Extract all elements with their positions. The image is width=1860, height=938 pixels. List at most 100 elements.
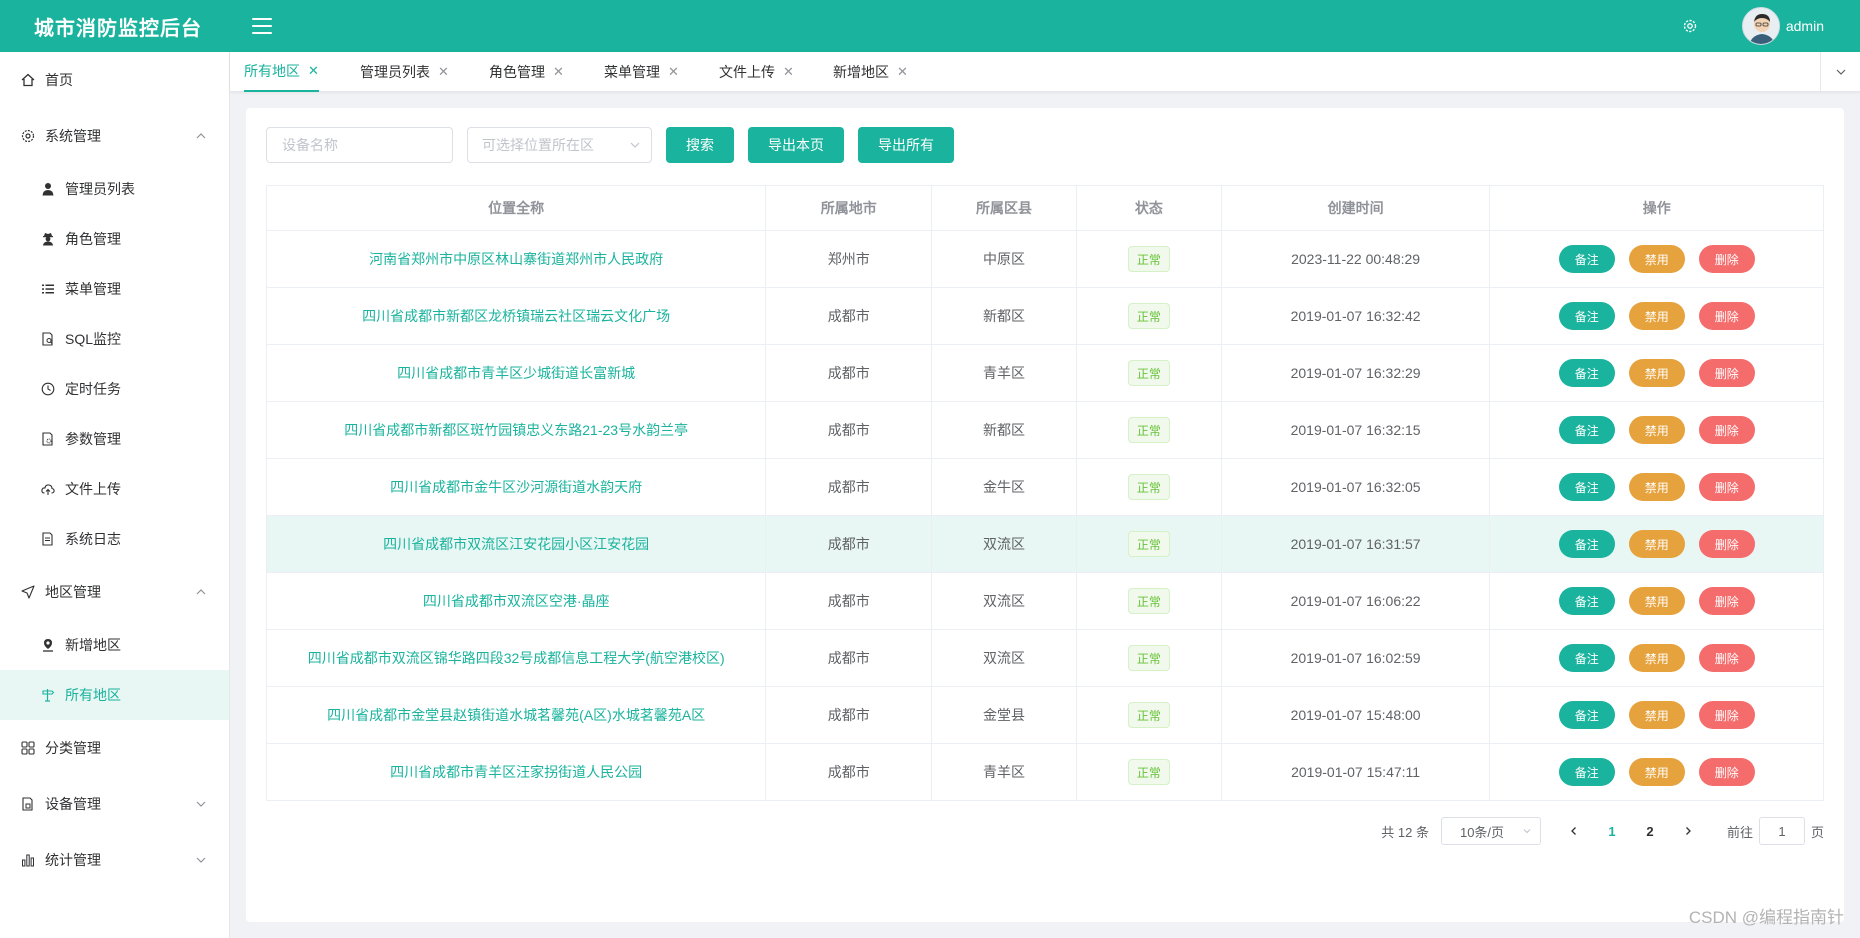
ban-button[interactable]: 禁用 [1628, 416, 1685, 444]
delete-button[interactable]: 删除 [1698, 416, 1755, 444]
sidebar-item-sql-monitor[interactable]: SQL监控 [0, 314, 229, 364]
location-link[interactable]: 四川省成都市双流区锦华路四段32号成都信息工程大学(航空港校区) [267, 630, 767, 686]
note-button[interactable]: 备注 [1558, 644, 1615, 672]
sidebar-item-params[interactable]: 参数管理 [0, 414, 229, 464]
export-all-button[interactable]: 导出所有 [858, 127, 954, 163]
ban-button[interactable]: 禁用 [1628, 473, 1685, 501]
user-name[interactable]: admin [1786, 18, 1824, 34]
ban-button[interactable]: 禁用 [1628, 359, 1685, 387]
tab-label: 菜单管理 [604, 64, 660, 80]
sidebar-item-device[interactable]: 设备管理 [0, 776, 229, 832]
sidebar-item-scheduled-task[interactable]: 定时任务 [0, 364, 229, 414]
note-button[interactable]: 备注 [1558, 245, 1615, 273]
close-icon[interactable]: ✕ [783, 64, 794, 80]
page-2[interactable]: 2 [1635, 817, 1665, 845]
delete-button[interactable]: 删除 [1698, 530, 1755, 558]
delete-button[interactable]: 删除 [1698, 359, 1755, 387]
page-1[interactable]: 1 [1597, 817, 1627, 845]
location-link[interactable]: 四川省成都市新都区龙桥镇瑞云社区瑞云文化广场 [267, 288, 767, 344]
status-badge: 正常 [1127, 474, 1170, 500]
created-time-cell: 2019-01-07 15:47:11 [1222, 744, 1491, 800]
district-cell: 金堂县 [932, 687, 1077, 743]
ban-button[interactable]: 禁用 [1628, 245, 1685, 273]
close-icon[interactable]: ✕ [308, 63, 319, 79]
ban-button[interactable]: 禁用 [1628, 701, 1685, 729]
tab-file-upload[interactable]: 文件上传 ✕ [719, 52, 794, 92]
sidebar-item-admin-list[interactable]: 管理员列表 [0, 164, 229, 214]
note-button[interactable]: 备注 [1558, 587, 1615, 615]
close-icon[interactable]: ✕ [668, 64, 679, 80]
close-icon[interactable]: ✕ [553, 64, 564, 80]
ban-button[interactable]: 禁用 [1628, 758, 1685, 786]
prev-page-button[interactable] [1559, 817, 1589, 845]
chevron-down-icon [1523, 829, 1531, 834]
ban-button[interactable]: 禁用 [1628, 587, 1685, 615]
user-secret-icon [40, 231, 56, 247]
column-header: 所属地市 [766, 186, 933, 230]
chevron-up-icon [196, 133, 206, 139]
tab-add-region[interactable]: 新增地区 ✕ [833, 52, 908, 92]
note-button[interactable]: 备注 [1558, 530, 1615, 558]
note-button[interactable]: 备注 [1558, 701, 1615, 729]
delete-button[interactable]: 删除 [1698, 758, 1755, 786]
note-button[interactable]: 备注 [1558, 416, 1615, 444]
sidebar-item-stats[interactable]: 统计管理 [0, 832, 229, 888]
district-select[interactable]: 可选择位置所在区 [467, 127, 652, 163]
delete-button[interactable]: 删除 [1698, 473, 1755, 501]
note-button[interactable]: 备注 [1558, 758, 1615, 786]
delete-button[interactable]: 删除 [1698, 245, 1755, 273]
goto-page-input[interactable] [1758, 817, 1805, 845]
location-link[interactable]: 四川省成都市金牛区沙河源街道水韵天府 [267, 459, 767, 515]
sidebar-item-add-region[interactable]: 新增地区 [0, 620, 229, 670]
next-page-button[interactable] [1673, 817, 1703, 845]
location-link[interactable]: 四川省成都市双流区江安花园小区江安花园 [267, 516, 767, 572]
sidebar-item-region[interactable]: 地区管理 [0, 564, 229, 620]
sidebar-item-home[interactable]: 首页 [0, 52, 229, 108]
export-page-button[interactable]: 导出本页 [748, 127, 844, 163]
table-row: 四川省成都市双流区江安花园小区江安花园 成都市 双流区 正常 2019-01-07 16… [267, 516, 1823, 573]
bar-chart-icon [20, 852, 36, 868]
close-icon[interactable]: ✕ [897, 64, 908, 80]
ban-button[interactable]: 禁用 [1628, 302, 1685, 330]
ban-button[interactable]: 禁用 [1628, 644, 1685, 672]
gear-icon[interactable] [1680, 16, 1700, 36]
sidebar-item-category[interactable]: 分类管理 [0, 720, 229, 776]
tab-role-management[interactable]: 角色管理 ✕ [489, 52, 564, 92]
delete-button[interactable]: 删除 [1698, 644, 1755, 672]
delete-button[interactable]: 删除 [1698, 701, 1755, 729]
tab-menu-management[interactable]: 菜单管理 ✕ [604, 52, 679, 92]
sidebar-item-file-upload[interactable]: 文件上传 [0, 464, 229, 514]
district-cell: 双流区 [932, 573, 1077, 629]
sidebar-item-label: 首页 [45, 72, 73, 88]
tab-all-regions[interactable]: 所有地区 ✕ [244, 52, 319, 92]
sidebar-item-system[interactable]: 系统管理 [0, 108, 229, 164]
table-body: 河南省郑州市中原区林山寨街道郑州市人民政府 郑州市 中原区 正常 2023-11-22 … [267, 231, 1823, 801]
page-size-select[interactable]: 10条/页 [1440, 817, 1541, 845]
sidebar-item-menu[interactable]: 菜单管理 [0, 264, 229, 314]
location-link[interactable]: 四川省成都市新都区斑竹园镇忠义东路21-23号水韵兰亭 [267, 402, 767, 458]
note-button[interactable]: 备注 [1558, 359, 1615, 387]
avatar[interactable] [1741, 7, 1780, 45]
sidebar-item-all-regions[interactable]: 所有地区 [0, 670, 229, 720]
sidebar-item-label: 系统管理 [45, 128, 101, 144]
location-link[interactable]: 河南省郑州市中原区林山寨街道郑州市人民政府 [267, 231, 767, 287]
tab-admin-list[interactable]: 管理员列表 ✕ [360, 52, 449, 92]
delete-button[interactable]: 删除 [1698, 587, 1755, 615]
ban-button[interactable]: 禁用 [1628, 530, 1685, 558]
menu-toggle-icon[interactable] [252, 18, 272, 34]
note-button[interactable]: 备注 [1558, 473, 1615, 501]
close-icon[interactable]: ✕ [438, 64, 449, 80]
sidebar-item-label: 菜单管理 [65, 281, 121, 297]
device-name-input[interactable] [266, 127, 453, 163]
location-link[interactable]: 四川省成都市青羊区少城街道长富新城 [267, 345, 767, 401]
sidebar-item-system-log[interactable]: 系统日志 [0, 514, 229, 564]
delete-button[interactable]: 删除 [1698, 302, 1755, 330]
location-link[interactable]: 四川省成都市青羊区汪家拐街道人民公园 [267, 744, 767, 800]
search-button[interactable]: 搜索 [666, 127, 734, 163]
created-time-cell: 2019-01-07 16:06:22 [1222, 573, 1491, 629]
sidebar-item-role[interactable]: 角色管理 [0, 214, 229, 264]
location-link[interactable]: 四川省成都市双流区空港·晶座 [267, 573, 767, 629]
location-link[interactable]: 四川省成都市金堂县赵镇街道水城茗馨苑(A区)水城茗馨苑A区 [267, 687, 767, 743]
note-button[interactable]: 备注 [1558, 302, 1615, 330]
tabs-dropdown[interactable] [1820, 52, 1860, 92]
